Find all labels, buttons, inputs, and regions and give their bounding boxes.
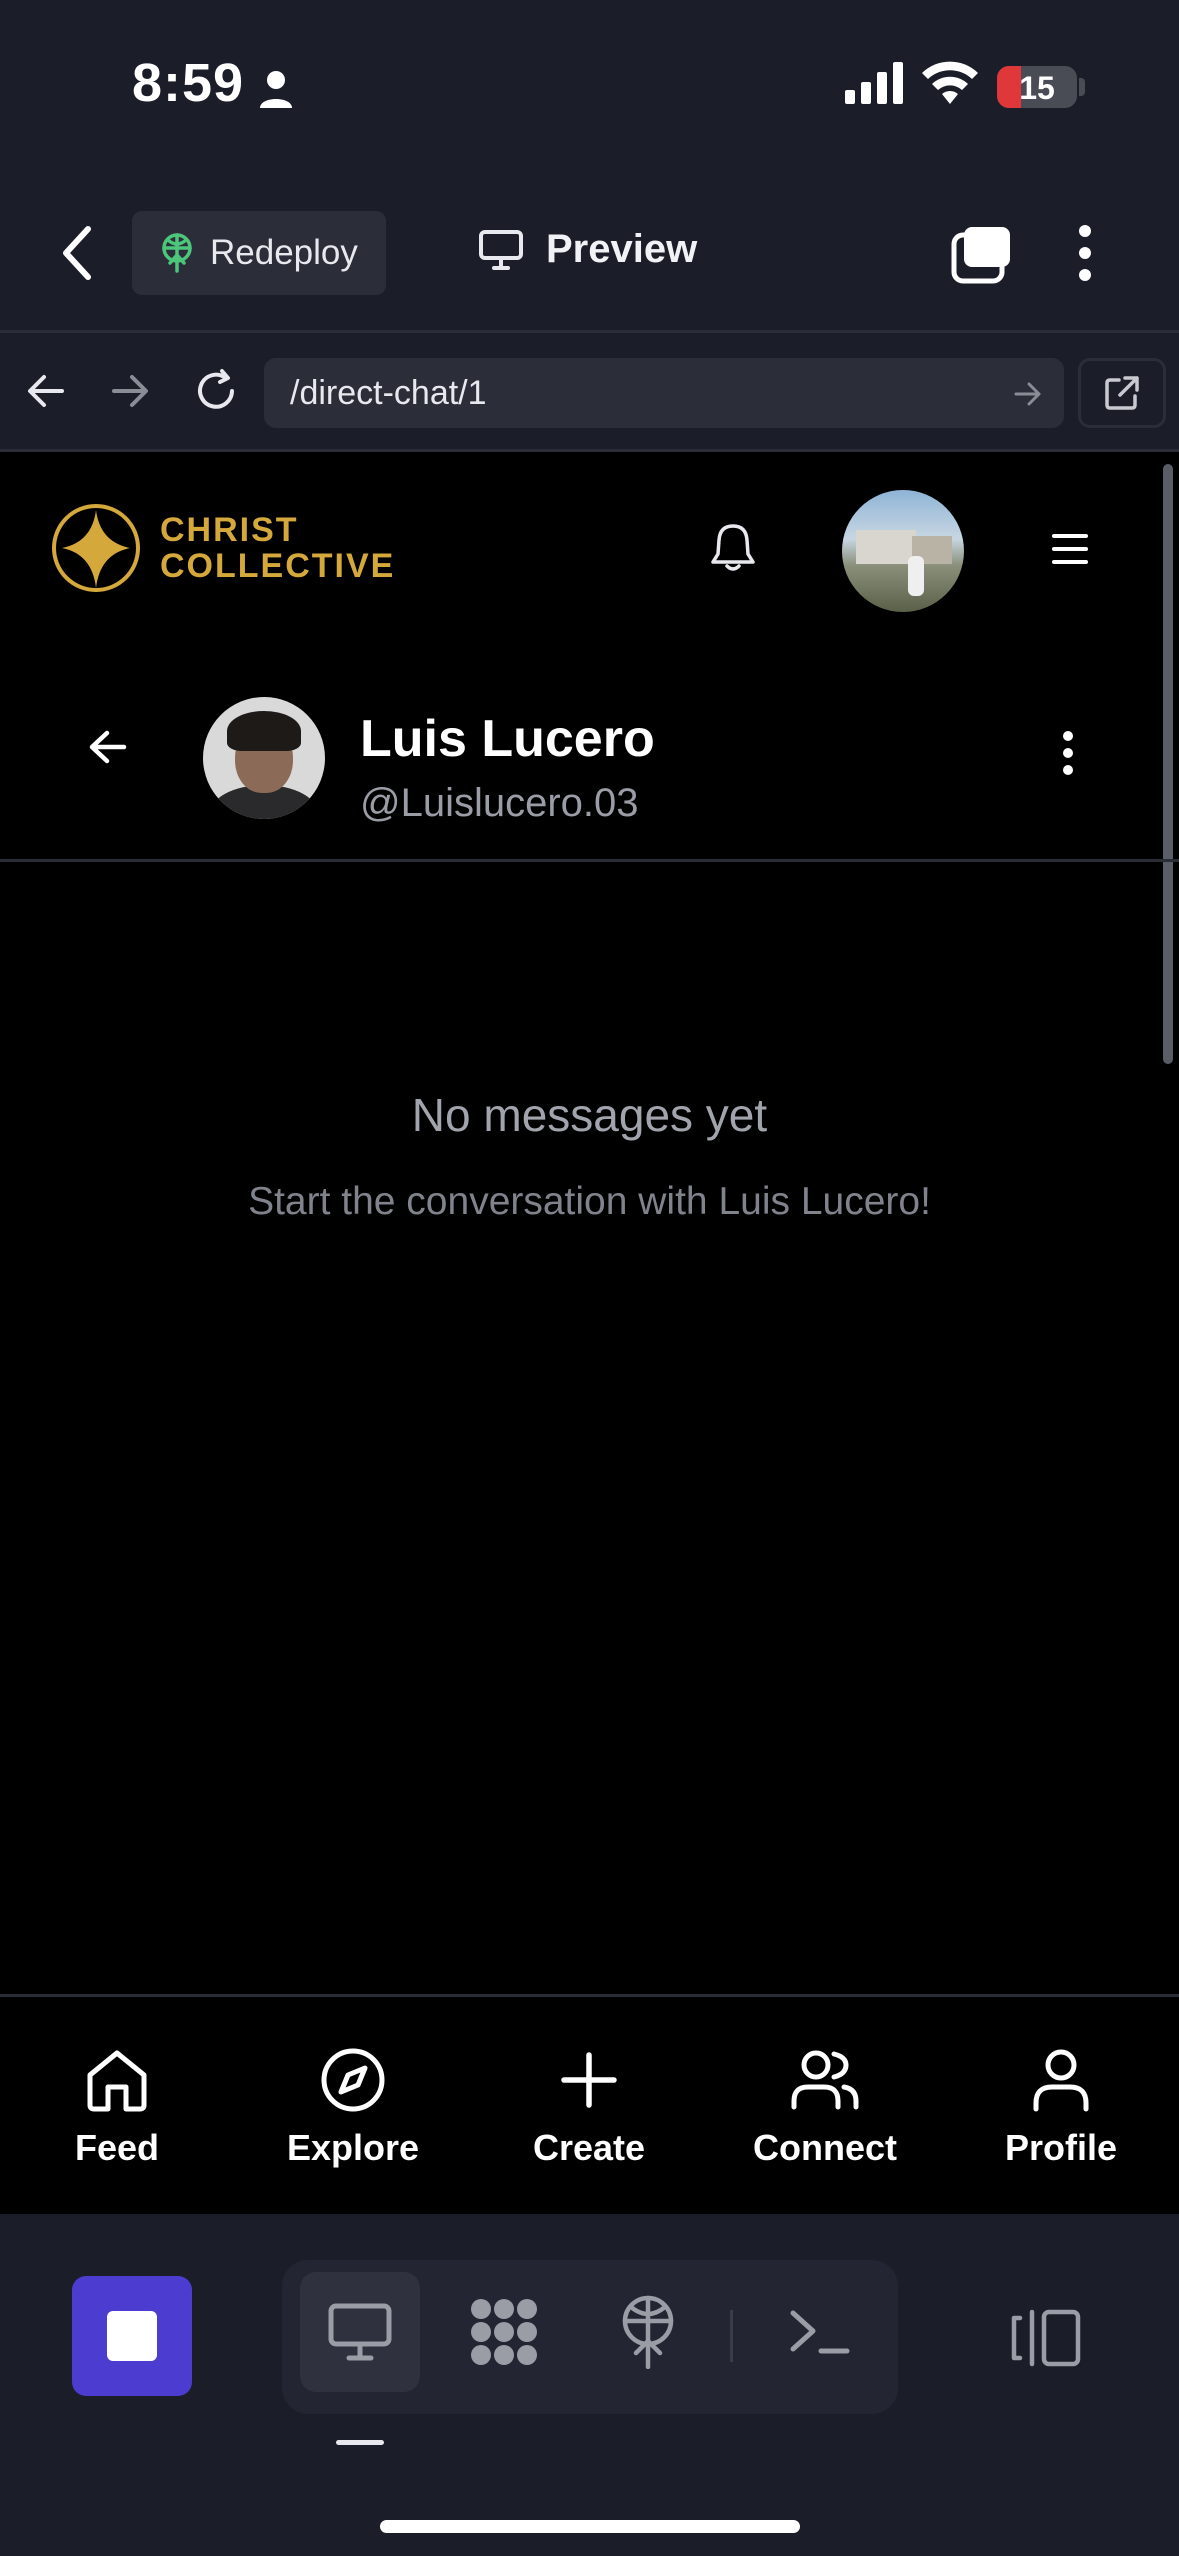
packages-icon [471,2299,537,2365]
contact-avatar[interactable] [203,697,325,819]
person-icon [260,71,292,108]
wifi-icon [922,61,978,104]
user-avatar[interactable] [842,490,964,612]
nav-item-feed[interactable]: Feed [17,2047,217,2169]
menu-icon[interactable] [1050,532,1090,566]
status-time: 8:59 [132,53,245,113]
nav-item-profile[interactable]: Profile [961,2047,1161,2169]
stop-icon [107,2311,157,2361]
chat-header: Luis Lucero @Luislucero.03 [0,667,1179,862]
chat-options-icon[interactable] [1060,729,1076,777]
plus-icon [561,2052,617,2108]
url-text: /direct-chat/1 [290,374,487,412]
url-bar: /direct-chat/1 [0,330,1179,452]
workspace-toolbar [0,2214,1179,2556]
more-options-icon[interactable] [1075,223,1095,283]
tabs-icon[interactable] [950,225,1014,285]
panel-toggle-icon[interactable] [1010,2308,1082,2368]
nav-label-create: Create [532,2127,646,2168]
logo-line2: COLLECTIVE [160,547,396,585]
site-logo[interactable]: CHRIST COLLECTIVE [50,502,395,594]
stop-button[interactable] [72,2276,192,2396]
contact-handle: @Luislucero.03 [360,781,639,825]
deployments-icon [622,2295,674,2369]
battery-indicator: 15 [997,66,1077,108]
shell-icon [790,2310,850,2354]
nav-label-feed: Feed [74,2127,160,2168]
tool-deploy[interactable] [588,2272,708,2392]
nav-item-connect[interactable]: Connect [725,2047,925,2169]
contact-name: Luis Lucero [360,710,655,768]
nav-label-explore: Explore [286,2127,420,2168]
empty-state-subtitle: Start the conversation with Luis Lucero! [248,1180,931,1223]
nav-label-profile: Profile [1004,2127,1118,2168]
redeploy-button[interactable]: Redeploy [132,211,386,295]
bell-icon[interactable] [710,522,756,572]
deploy-icon [162,233,192,273]
preview-label: Preview [546,227,698,271]
go-arrow-icon[interactable] [1014,380,1042,408]
app-header: Redeploy Preview [0,175,1179,330]
back-arrow-icon[interactable] [88,727,128,767]
signal-icon [845,62,903,104]
compass-icon [321,2048,385,2112]
redeploy-label: Redeploy [210,233,358,272]
tool-preview[interactable] [300,2272,420,2392]
nav-item-create[interactable]: Create [489,2047,689,2169]
tool-packages[interactable] [444,2272,564,2392]
user-icon [1033,2049,1089,2112]
status-bar: 8:59 15 [0,0,1179,175]
back-chevron-icon[interactable] [60,225,94,281]
tool-shell[interactable] [760,2272,880,2392]
nav-item-explore[interactable]: Explore [253,2047,453,2169]
home-icon [87,2050,147,2112]
monitor-icon [479,229,523,270]
url-input[interactable]: /direct-chat/1 [264,358,1064,428]
home-indicator[interactable] [380,2520,800,2533]
external-link-icon [1105,376,1139,410]
battery-tip [1079,78,1085,96]
nav-label-connect: Connect [753,2127,897,2168]
bottom-nav: Feed Explore Create Connect Profile [0,1994,1179,2214]
tool-divider [730,2310,733,2362]
users-icon [791,2050,859,2110]
reload-icon[interactable] [192,367,240,415]
arrow-right-icon[interactable] [110,371,150,411]
empty-state-title: No messages yet [411,1089,768,1141]
battery-percent: 15 [1019,70,1055,106]
preview-tab[interactable]: Preview [478,227,697,272]
open-external-button[interactable] [1078,358,1166,428]
preview-icon [328,2303,392,2361]
tool-group [282,2260,898,2414]
arrow-left-icon[interactable] [26,371,66,411]
star-logo-icon [52,504,140,592]
logo-line1: CHRIST [160,511,299,549]
active-tool-indicator [336,2440,384,2445]
web-preview: CHRIST COLLECTIVE Luis Lucero @Luislucer… [0,452,1179,2214]
